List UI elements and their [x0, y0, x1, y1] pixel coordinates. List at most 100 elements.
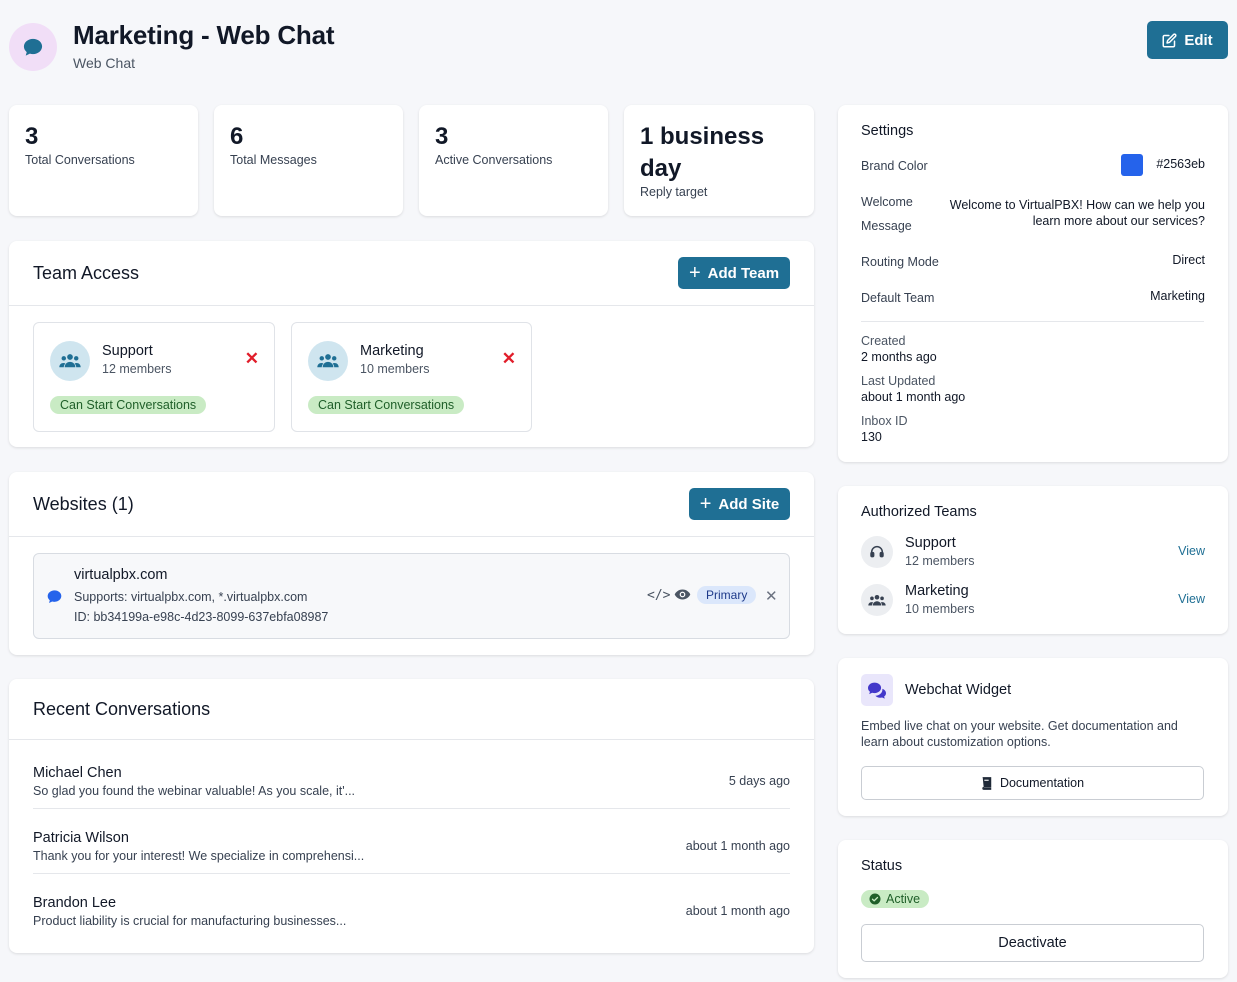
updated-value: about 1 month ago — [861, 390, 966, 404]
routing-mode-value: Direct — [1172, 253, 1205, 267]
team-card: Marketing 10 members ✕ Can Start Convers… — [291, 322, 532, 432]
conversation-name[interactable]: Brandon Lee — [33, 895, 116, 911]
page-subtitle: Web Chat — [73, 55, 135, 71]
widget-description: Embed live chat on your website. Get doc… — [861, 719, 1178, 749]
conversation-preview: Product liability is crucial for manufac… — [33, 914, 347, 928]
recent-conversations-card: Recent Conversations Michael Chen So gla… — [9, 679, 814, 953]
stat-label: Total Conversations — [25, 153, 135, 167]
divider — [33, 873, 790, 874]
website-item: virtualpbx.com Supports: virtualpbx.com,… — [33, 553, 790, 639]
remove-team-icon[interactable]: ✕ — [502, 349, 516, 369]
add-team-button[interactable]: + Add Team — [678, 257, 790, 289]
settings-card: Settings Brand Color #2563eb Welcome Mes… — [838, 105, 1228, 462]
plus-icon: + — [699, 493, 712, 515]
status-badge: Active — [861, 890, 930, 908]
team-name: Marketing — [905, 583, 969, 599]
stat-value: 6 — [230, 123, 244, 150]
brand-color-label: Brand Color — [861, 159, 928, 173]
websites-title: Websites (1) — [33, 494, 134, 514]
divider — [33, 808, 790, 809]
edit-button[interactable]: Edit — [1147, 21, 1228, 59]
team-members: 10 members — [360, 362, 430, 376]
team-members: 12 members — [905, 554, 975, 568]
check-circle-icon — [869, 893, 881, 905]
users-icon — [59, 354, 81, 368]
conversation-name[interactable]: Michael Chen — [33, 765, 122, 781]
welcome-message-value: Welcome to VirtualPBX! How can we help y… — [949, 198, 1205, 228]
team-name: Marketing — [360, 343, 424, 359]
divider — [9, 305, 814, 306]
brand-color-value: #2563eb — [1156, 157, 1205, 171]
website-id: ID: bb34199a-e98c-4d23-8099-637ebfa08987 — [74, 610, 329, 624]
website-supports: Supports: virtualpbx.com, *.virtualpbx.c… — [74, 590, 308, 604]
view-team-link[interactable]: View — [1178, 592, 1205, 606]
view-team-link[interactable]: View — [1178, 544, 1205, 558]
team-members: 10 members — [905, 602, 975, 616]
page-title: Marketing - Web Chat — [73, 20, 335, 50]
chat-bubble-icon — [23, 38, 43, 56]
stat-card: 1 business day Reply target — [624, 105, 814, 216]
eye-icon[interactable] — [674, 588, 691, 601]
team-card: Support 12 members ✕ Can Start Conversat… — [33, 322, 275, 432]
team-avatar — [861, 536, 893, 568]
add-team-label: Add Team — [707, 264, 780, 282]
deactivate-button[interactable]: Deactivate — [861, 924, 1204, 962]
team-access-card: Team Access + Add Team Support 12 member… — [9, 241, 814, 447]
add-site-label: Add Site — [718, 495, 780, 513]
divider — [9, 739, 814, 740]
settings-title: Settings — [861, 123, 914, 139]
widget-icon-box — [861, 674, 893, 706]
chat-bubble-icon — [47, 590, 62, 603]
stat-label: Total Messages — [230, 153, 317, 167]
primary-badge: Primary — [697, 586, 757, 604]
conversation-time: 5 days ago — [728, 774, 790, 788]
documentation-label: Documentation — [999, 776, 1085, 790]
status-badge-label: Active — [886, 892, 921, 906]
headset-icon — [870, 546, 884, 558]
stat-value: 1 business day — [640, 123, 765, 182]
websites-card: Websites (1) + Add Site virtualpbx.com S… — [9, 472, 814, 655]
website-domain: virtualpbx.com — [74, 567, 168, 583]
authorized-title: Authorized Teams — [861, 504, 977, 520]
team-avatar — [308, 341, 348, 381]
status-title: Status — [861, 858, 903, 874]
users-icon — [317, 354, 339, 368]
edit-label: Edit — [1184, 31, 1213, 49]
chat-bubbles-icon — [868, 682, 886, 699]
permission-badge: Can Start Conversations — [308, 396, 465, 414]
conversation-preview: So glad you found the webinar valuable! … — [33, 784, 356, 798]
welcome-label-line2: Message — [861, 219, 912, 233]
deactivate-label: Deactivate — [998, 935, 1067, 951]
users-icon — [868, 594, 886, 606]
inbox-avatar — [9, 23, 57, 71]
inbox-id-label: Inbox ID — [861, 414, 908, 428]
plus-icon: + — [688, 262, 701, 284]
team-members: 12 members — [102, 362, 172, 376]
routing-mode-label: Routing Mode — [861, 255, 939, 269]
stat-value: 3 — [25, 123, 39, 150]
stat-card: 3 Active Conversations — [419, 105, 608, 216]
team-access-title: Team Access — [33, 263, 140, 283]
team-name: Support — [102, 343, 153, 359]
add-site-button[interactable]: + Add Site — [689, 488, 790, 520]
book-icon — [982, 776, 992, 790]
documentation-button[interactable]: Documentation — [861, 766, 1204, 800]
inbox-id-value: 130 — [861, 430, 882, 444]
updated-label: Last Updated — [861, 374, 936, 388]
created-value: 2 months ago — [861, 350, 937, 364]
default-team-value: Marketing — [1150, 289, 1205, 303]
permission-badge: Can Start Conversations — [50, 396, 207, 414]
stat-card: 6 Total Messages — [214, 105, 403, 216]
remove-site-icon[interactable]: ✕ — [765, 587, 778, 605]
team-avatar — [50, 341, 90, 381]
remove-team-icon[interactable]: ✕ — [245, 349, 259, 369]
brand-color-swatch — [1121, 154, 1143, 176]
conversation-name[interactable]: Patricia Wilson — [33, 830, 129, 846]
webchat-widget-card: Webchat Widget Embed live chat on your w… — [838, 658, 1228, 816]
stat-card: 3 Total Conversations — [9, 105, 198, 216]
conversation-preview: Thank you for your interest! We speciali… — [33, 849, 365, 863]
team-avatar — [861, 584, 893, 616]
default-team-label: Default Team — [861, 291, 935, 305]
embed-code-icon[interactable]: </> — [647, 588, 670, 603]
team-name: Support — [905, 535, 956, 551]
